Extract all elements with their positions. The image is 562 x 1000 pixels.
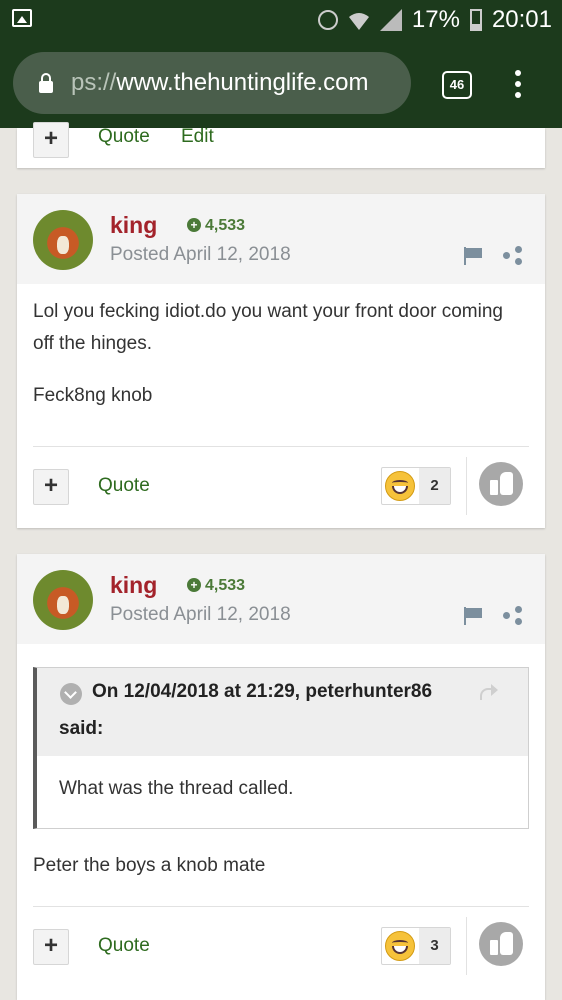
share-icon[interactable]: [503, 606, 523, 626]
divider: [466, 917, 467, 975]
alarm-icon: [317, 10, 338, 30]
battery-percent: 17%: [411, 6, 460, 33]
post-footer: + Quote 3: [33, 906, 529, 987]
post-header: king +4,533 Posted April 12, 2018: [17, 194, 545, 284]
quote-button[interactable]: Quote: [98, 126, 150, 148]
blockquote: On 12/04/2018 at 21:29, peterhunter86 sa…: [33, 667, 529, 829]
reputation-plus-icon: +: [187, 578, 201, 592]
reputation-badge: +4,533: [187, 217, 245, 235]
reaction-count: 2: [419, 468, 450, 504]
signal-icon: [379, 9, 402, 31]
post-paragraph: Feck8ng knob: [33, 385, 153, 406]
post-header: king +4,533 Posted April 12, 2018: [17, 554, 545, 644]
post-date[interactable]: Posted April 12, 2018: [110, 604, 291, 626]
reputation-badge: +4,533: [187, 577, 245, 595]
reaction-summary[interactable]: 3: [381, 927, 451, 965]
go-to-quote-icon[interactable]: [478, 682, 500, 700]
author-name[interactable]: king: [110, 572, 157, 599]
post-paragraph: Lol you fecking idiot.do you want your f…: [33, 301, 503, 354]
reaction-summary[interactable]: 2: [381, 467, 451, 505]
status-bar: 17% 20:01: [0, 0, 562, 40]
previous-post-card: + Quote Edit: [17, 122, 545, 168]
quote-citation[interactable]: On 12/04/2018 at 21:29, peterhunter86: [92, 681, 478, 703]
reaction-count: 3: [419, 928, 450, 964]
url-scheme: ps://: [71, 69, 117, 96]
tab-switcher-button[interactable]: 46: [442, 71, 472, 99]
laugh-emoji-icon: [385, 471, 415, 501]
address-bar[interactable]: ps://www.thehuntinglife.com: [13, 52, 411, 114]
post-footer: + Quote 2: [33, 446, 529, 527]
like-button[interactable]: [479, 922, 523, 966]
collapse-chevron-icon[interactable]: [60, 683, 82, 705]
edit-button[interactable]: Edit: [181, 126, 214, 148]
multiquote-button[interactable]: +: [33, 469, 69, 505]
avatar[interactable]: [33, 210, 93, 270]
reputation-plus-icon: +: [187, 218, 201, 232]
avatar[interactable]: [33, 570, 93, 630]
reputation-count: 4,533: [205, 577, 246, 594]
post-date[interactable]: Posted April 12, 2018: [110, 244, 291, 266]
quote-said-label: said:: [59, 718, 104, 739]
quote-button[interactable]: Quote: [98, 935, 150, 957]
flag-icon[interactable]: [464, 607, 484, 625]
wifi-icon: [348, 10, 370, 30]
url-host: www.thehuntinglife.com: [116, 69, 369, 96]
like-button[interactable]: [479, 462, 523, 506]
gallery-icon: [12, 9, 32, 27]
post-content: Lol you fecking idiot.do you want your f…: [17, 284, 545, 412]
quote-button[interactable]: Quote: [98, 475, 150, 497]
flag-icon[interactable]: [464, 247, 484, 265]
author-name[interactable]: king: [110, 212, 157, 239]
lock-icon: [39, 73, 53, 93]
post-paragraph: Peter the boys a knob mate: [33, 855, 266, 876]
clock: 20:01: [491, 6, 552, 33]
url-text[interactable]: ps://www.thehuntinglife.com: [71, 69, 369, 97]
quote-citation-bar: On 12/04/2018 at 21:29, peterhunter86 sa…: [37, 668, 528, 756]
post-card: king +4,533 Posted April 12, 2018 Lol yo…: [17, 194, 545, 528]
post-card: king +4,533 Posted April 12, 2018 On 12/…: [17, 554, 545, 1000]
multiquote-button[interactable]: +: [33, 122, 69, 158]
quote-text: What was the thread called.: [59, 778, 294, 799]
divider: [466, 457, 467, 515]
share-icon[interactable]: [503, 246, 523, 266]
laugh-emoji-icon: [385, 931, 415, 961]
battery-icon: [469, 9, 482, 31]
reputation-count: 4,533: [205, 217, 246, 234]
status-icons: 17% 20:01: [317, 6, 552, 34]
multiquote-button[interactable]: +: [33, 929, 69, 965]
browser-toolbar: ps://www.thehuntinglife.com 46: [0, 40, 562, 128]
overflow-menu-icon[interactable]: [513, 70, 523, 100]
post-content: Peter the boys a knob mate: [17, 850, 281, 882]
